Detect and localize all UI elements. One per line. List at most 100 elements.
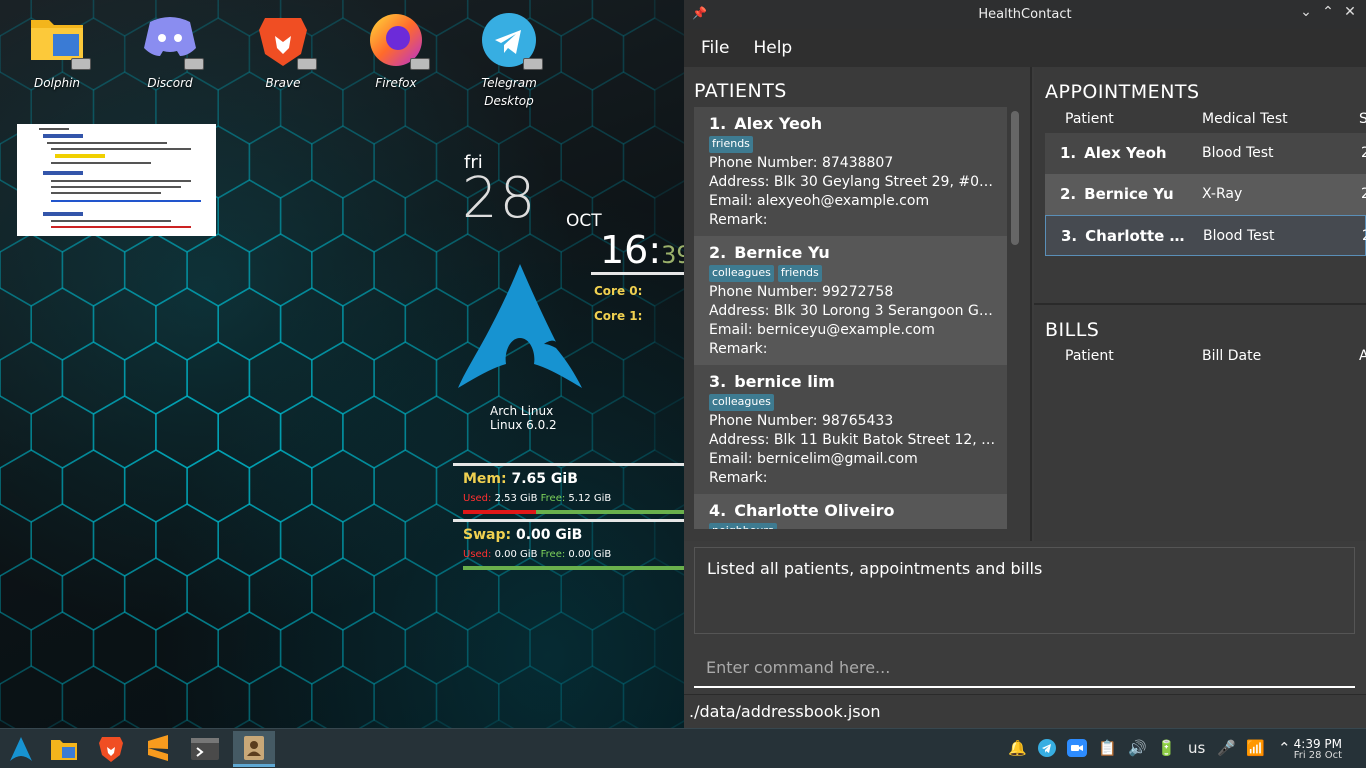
desktop-icon-dolphin[interactable]: Dolphin [12,0,102,92]
patient-phone: Phone Number: 98765433 [709,413,894,429]
clipboard-icon[interactable]: 📋 [1098,739,1117,757]
telegram-icon [481,12,543,70]
swap-bar [463,566,684,570]
appointment-row[interactable]: 1. Alex Yeoh Blood Test 2 [1045,133,1366,174]
patient-list-scroll-thumb[interactable] [1011,111,1019,245]
appointment-row[interactable]: 2. Bernice Yu X-Ray 2 [1045,174,1366,215]
patient-card[interactable]: 1. Alex Yeoh friends Phone Number: 874388… [694,107,1007,236]
widget-swap: Swap: 0.00 GiB [463,527,582,543]
tag-badge: friends [709,136,753,153]
bill-col-patient[interactable]: Patient [1065,348,1114,364]
desktop-icon-brave[interactable]: Brave [238,0,328,92]
link-badge-icon [410,58,430,70]
mem-label: Mem: [463,471,507,487]
widget-date: 28 [462,166,538,231]
command-box [694,648,1355,688]
taskbar-healthcontact[interactable] [233,731,275,767]
zoom-tray-icon[interactable] [1067,739,1087,761]
bill-col-amount[interactable]: A [1359,348,1366,364]
patient-name-text: bernice lim [734,372,835,391]
mem-free: 5.12 GiB [568,493,612,504]
patient-address: Address: Blk 11 Bukit Batok Street 12, #… [709,432,999,448]
taskbar-terminal[interactable] [184,731,226,767]
taskbar-dolphin[interactable] [43,731,85,767]
command-input[interactable] [694,648,1355,686]
widget-core1: Core 1: [594,309,643,323]
widget-month: OCT [566,211,602,231]
appt-index: 2. [1060,185,1077,203]
maximize-button[interactable]: ⌃ [1318,4,1338,20]
patient-index: 4. [709,501,727,520]
volume-icon[interactable]: 🔊 [1128,739,1147,757]
patient-address: Address: Blk 30 Lorong 3 Serangoon Gard.… [709,303,999,319]
appt-slot: 2 [1361,145,1366,161]
patient-name: 4. Charlotte Oliveiro [709,501,1007,520]
bill-col-date[interactable]: Bill Date [1202,348,1261,364]
close-button[interactable]: ✕ [1340,4,1360,20]
patient-card[interactable]: 2. Bernice Yu colleagues friends Phone Num… [694,236,1007,365]
healthcontact-window: 📌 HealthContact ⌄ ⌃ ✕ File Help PATIENTS… [684,0,1366,728]
result-text: Listed all patients, appointments and bi… [707,559,1043,578]
patient-list[interactable]: 1. Alex Yeoh friends Phone Number: 874388… [694,107,1007,529]
menu-help[interactable]: Help [753,38,792,58]
title-bar[interactable]: 📌 HealthContact ⌄ ⌃ ✕ [684,0,1366,29]
swap-value: 0.00 GiB [515,527,583,543]
wifi-icon[interactable]: 📶 [1246,739,1265,757]
appt-col-medical-test[interactable]: Medical Test [1202,111,1288,127]
appt-col-patient[interactable]: Patient [1065,111,1114,127]
taskbar-sublime[interactable] [137,731,179,767]
link-badge-icon [523,58,543,70]
widget-divider [591,272,684,275]
desktop-icon-telegram[interactable]: Telegram Desktop [464,0,554,110]
patient-card[interactable]: 3. bernice lim colleagues Phone Number: 9… [694,365,1007,494]
appt-index: 3. [1061,227,1078,245]
desktop-icon-label: Discord [147,76,193,90]
widget-divider [453,463,684,466]
bills-panel: BILLS Patient Bill Date A [1034,305,1366,541]
keyboard-layout[interactable]: us [1188,739,1205,757]
appt-patient: 1. Alex Yeoh [1060,144,1196,162]
menu-file[interactable]: File [701,38,729,58]
patient-remark: Remark: [709,470,768,486]
desktop-icon-firefox[interactable]: Firefox [351,0,441,92]
status-file-path: ./data/addressbook.json [689,702,881,721]
tag-badge: colleagues [709,265,774,282]
patients-title: PATIENTS [694,80,787,102]
telegram-tray-icon[interactable] [1038,739,1056,761]
patient-card[interactable]: 4. Charlotte Oliveiro neighbours [694,494,1007,529]
desktop-icon-discord[interactable]: Discord [125,0,215,92]
bills-title: BILLS [1045,319,1100,341]
patient-name: 1. Alex Yeoh [709,114,1007,133]
chevron-up-icon[interactable]: ⌃ [1278,739,1291,757]
document-thumbnail[interactable] [17,124,216,236]
pin-icon[interactable]: 📌 [692,6,707,20]
clock-time[interactable]: 4:39 PM [1294,737,1342,751]
minimize-button[interactable]: ⌄ [1296,4,1316,20]
taskbar-brave[interactable] [90,731,132,767]
appointment-row-selected[interactable]: 3. Charlotte Oliv... Blood Test 2 [1045,215,1366,256]
desktop: Dolphin Discord Brave Firefox Telegram D… [0,0,684,728]
patient-remark: Remark: [709,341,768,357]
patient-phone: Phone Number: 87438807 [709,155,894,171]
widget-time-hm: 16: [600,228,662,272]
clock-date[interactable]: Fri 28 Oct [1294,750,1342,761]
microphone-icon[interactable]: 🎤 [1217,739,1236,757]
patient-phone: Phone Number: 99272758 [709,284,894,300]
brave-lion-icon [99,737,123,762]
link-badge-icon [184,58,204,70]
window-title: HealthContact [978,7,1072,22]
appt-col-slot[interactable]: S [1359,111,1366,127]
app-launcher-button[interactable] [0,731,42,767]
notifications-icon[interactable]: 🔔 [1008,739,1027,757]
menu-bar: File Help [684,29,1366,67]
desktop-icon-label: Dolphin [33,76,81,90]
mem-free-label: Free: [540,493,566,504]
swap-used-label: Used: [463,549,492,560]
patient-index: 3. [709,372,727,391]
patient-name-text: Charlotte Oliveiro [734,501,895,520]
battery-icon[interactable]: 🔋 [1157,739,1176,757]
patient-name-text: Alex Yeoh [734,114,823,133]
appt-patient: 2. Bernice Yu [1060,185,1196,203]
taskbar: 🔔 📋 🔊 🔋 us 🎤 📶 ⌃ 4:39 PM Fri 28 Oct [0,728,1366,768]
widget-distro: Arch Linux [490,404,554,418]
